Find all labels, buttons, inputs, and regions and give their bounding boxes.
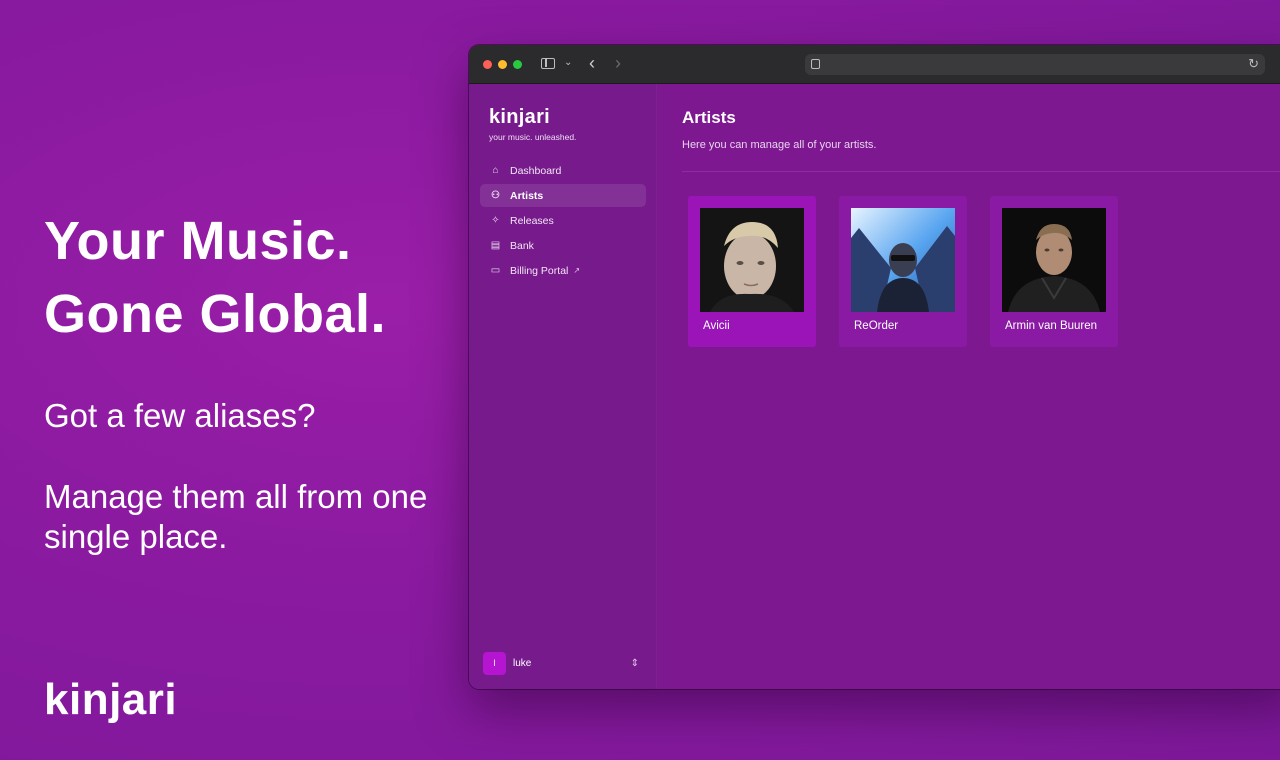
sidebar-item-label: Bank bbox=[510, 239, 534, 252]
sidebar-item-label: Releases bbox=[510, 214, 554, 227]
chevron-down-icon[interactable]: ⌄ bbox=[564, 57, 572, 68]
app-container: kinjari your music. unleashed. ⌂ Dashboa… bbox=[469, 84, 1280, 689]
page-title: Artists bbox=[682, 108, 736, 127]
artist-card-reorder[interactable]: ReOrder bbox=[839, 196, 967, 347]
sidebar-nav: ⌂ Dashboard ⚇ Artists ✧ Releases ▤ Bank … bbox=[480, 159, 646, 284]
sidebar-item-label: Dashboard bbox=[510, 164, 562, 177]
username: luke bbox=[513, 657, 532, 669]
close-window-button[interactable] bbox=[483, 60, 492, 69]
page-description: Here you can manage all of your artists. bbox=[682, 139, 877, 151]
bank-icon: ▤ bbox=[490, 240, 501, 251]
main-content: Artists Here you can manage all of your … bbox=[657, 84, 1280, 689]
hero-title-line2: Gone Global. bbox=[44, 284, 387, 344]
sidebar-item-billing-portal[interactable]: ▭ Billing Portal ↗ bbox=[480, 259, 646, 282]
chevron-up-down-icon: ⇕ bbox=[630, 657, 639, 669]
artist-photo bbox=[700, 208, 804, 312]
artist-card-armin-van-buuren[interactable]: Armin van Buuren bbox=[990, 196, 1118, 347]
users-icon: ⚇ bbox=[491, 190, 500, 201]
address-bar[interactable]: ↻ bbox=[805, 54, 1265, 75]
artist-photo bbox=[851, 208, 955, 312]
hero-subtitle-manage: Manage them all from one single place. bbox=[44, 478, 428, 555]
hero-title-line1: Your Music. bbox=[44, 211, 352, 271]
browser-titlebar: ⌄ ‹ › ↻ bbox=[469, 45, 1280, 84]
hero-subtitle-aliases: Got a few aliases? bbox=[44, 397, 316, 434]
external-link-icon: ↗ bbox=[573, 266, 581, 275]
sidebar-item-label: Billing Portal bbox=[510, 264, 569, 277]
forward-arrow-icon[interactable]: › bbox=[615, 53, 621, 74]
page-icon bbox=[811, 59, 820, 69]
divider bbox=[682, 171, 1280, 172]
sidebar-item-label: Artists bbox=[510, 189, 544, 202]
artist-card-avicii[interactable]: Avicii bbox=[688, 196, 816, 347]
sparkles-icon: ✧ bbox=[491, 215, 500, 226]
user-switcher[interactable]: l luke ⇕ bbox=[483, 651, 643, 675]
artist-grid: Avicii ReOrder Armin van Buuren bbox=[688, 196, 1141, 347]
brand-logo: kinjari bbox=[44, 675, 178, 724]
sidebar-item-artists[interactable]: ⚇ Artists bbox=[480, 184, 646, 207]
maximize-window-button[interactable] bbox=[513, 60, 522, 69]
sidebar-toggle-icon[interactable] bbox=[541, 58, 555, 69]
sidebar-item-releases[interactable]: ✧ Releases bbox=[480, 209, 646, 232]
reload-icon[interactable]: ↻ bbox=[1248, 56, 1259, 72]
artist-photo bbox=[1002, 208, 1106, 312]
home-icon: ⌂ bbox=[492, 165, 499, 176]
sidebar-item-dashboard[interactable]: ⌂ Dashboard bbox=[480, 159, 646, 182]
artist-name: ReOrder bbox=[854, 320, 899, 332]
back-arrow-icon[interactable]: ‹ bbox=[589, 53, 595, 74]
artist-name: Armin van Buuren bbox=[1005, 320, 1098, 332]
browser-window: ⌄ ‹ › ↻ kinjari your music. unleashed. ⌂… bbox=[469, 45, 1280, 689]
hero-title: Your Music. Gone Global. bbox=[44, 205, 386, 351]
minimize-window-button[interactable] bbox=[498, 60, 507, 69]
credit-card-icon: ▭ bbox=[490, 265, 501, 276]
sidebar-item-bank[interactable]: ▤ Bank bbox=[480, 234, 646, 257]
sidebar: kinjari your music. unleashed. ⌂ Dashboa… bbox=[469, 84, 657, 689]
avatar: l bbox=[483, 651, 506, 675]
app-tagline: your music. unleashed. bbox=[489, 132, 577, 142]
app-logo[interactable]: kinjari bbox=[489, 106, 550, 129]
artist-name: Avicii bbox=[703, 320, 730, 332]
